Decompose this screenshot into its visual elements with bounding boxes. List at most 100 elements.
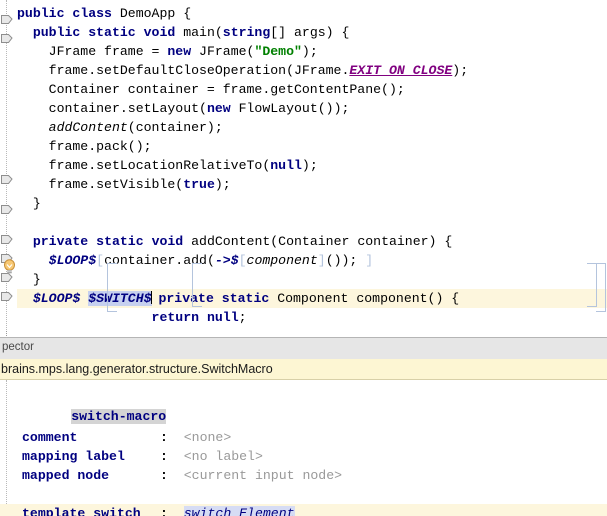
code-token: return bbox=[151, 310, 200, 325]
fold-arrow-icon[interactable] bbox=[1, 234, 13, 245]
code-line[interactable]: frame.setLocationRelativeTo(null); bbox=[17, 156, 607, 175]
code-token: static bbox=[88, 25, 136, 40]
property-value[interactable]: <no label> bbox=[184, 449, 263, 464]
code-token: void bbox=[143, 25, 176, 40]
code-line[interactable]: Container container = frame.getContentPa… bbox=[17, 80, 607, 99]
inspector-node-name-row[interactable]: switch-macro bbox=[0, 388, 607, 424]
property-colon: : bbox=[160, 430, 168, 445]
code-token: null bbox=[206, 310, 239, 325]
code-token: static bbox=[221, 291, 270, 306]
tab-inspector[interactable]: pector bbox=[2, 341, 34, 353]
code-line[interactable]: container.setLayout(new FlowLayout()); bbox=[17, 99, 607, 118]
mps-editor-window: public class DemoApp { public static voi… bbox=[0, 0, 607, 516]
property-colon: : bbox=[160, 506, 168, 516]
code-line[interactable]: frame.setDefaultCloseOperation(JFrame.EX… bbox=[17, 61, 607, 80]
code-line[interactable]: return null; bbox=[17, 308, 607, 327]
property-label: template switch bbox=[22, 506, 141, 516]
property-value[interactable]: <none> bbox=[184, 430, 231, 445]
splitter-grip bbox=[6, 331, 9, 336]
code-line[interactable]: } bbox=[17, 194, 607, 213]
fold-arrow-icon[interactable] bbox=[1, 174, 13, 185]
code-token: public bbox=[17, 6, 65, 21]
code-token: public bbox=[32, 25, 81, 40]
editor-gutter[interactable] bbox=[0, 0, 17, 330]
code-token: DemoApp { bbox=[111, 6, 192, 21]
code-token: private bbox=[32, 234, 89, 249]
code-token: ); bbox=[301, 44, 318, 59]
code-token: FlowLayout()); bbox=[230, 101, 350, 116]
node-name[interactable]: switch-macro bbox=[71, 409, 167, 424]
code-token: void bbox=[151, 234, 184, 249]
property-label: mapped node bbox=[22, 468, 110, 483]
template-bracket-loop-left bbox=[107, 263, 117, 312]
code-token: addContent bbox=[48, 120, 128, 135]
code-line[interactable]: $LOOP$ $SWITCH$ private static Component… bbox=[17, 289, 607, 308]
code-line[interactable]: frame.pack(); bbox=[17, 137, 607, 156]
code-line[interactable]: addContent(container); bbox=[17, 118, 607, 137]
code-token: Component component() { bbox=[269, 291, 460, 306]
code-lines-container[interactable]: public class DemoApp { public static voi… bbox=[17, 0, 607, 330]
code-line[interactable]: frame.setVisible(true); bbox=[17, 175, 607, 194]
code-token: null bbox=[270, 158, 302, 173]
inspector-property-row[interactable]: mapping label: <no label> bbox=[0, 447, 607, 466]
inspector-property-row[interactable]: comment: <none> bbox=[0, 428, 607, 447]
property-value[interactable]: <current input node> bbox=[184, 468, 342, 483]
code-token: EXIT_ON_CLOSE bbox=[349, 63, 453, 78]
code-line[interactable]: private static void addContent(Container… bbox=[17, 232, 607, 251]
fold-arrow-icon[interactable] bbox=[1, 291, 13, 302]
code-token: ); bbox=[452, 63, 469, 78]
code-line[interactable]: $LOOP$[container.add(->$[component]()); … bbox=[17, 251, 607, 270]
code-line[interactable]: } bbox=[17, 270, 607, 289]
fold-arrow-icon[interactable] bbox=[1, 14, 13, 25]
code-token: (container); bbox=[127, 120, 223, 135]
code-token: $LOOP$ bbox=[48, 253, 97, 268]
code-line[interactable]: public class DemoApp { bbox=[17, 4, 607, 23]
code-token: component bbox=[246, 253, 318, 268]
code-token: [ bbox=[238, 253, 247, 268]
code-token: ] bbox=[317, 253, 326, 268]
code-token: main( bbox=[175, 25, 223, 40]
property-value[interactable]: switch_Element bbox=[183, 506, 295, 516]
code-token: true bbox=[183, 177, 215, 192]
code-token: addContent(Container container) { bbox=[183, 234, 453, 249]
template-bracket-loop-right bbox=[596, 263, 606, 312]
code-token: string bbox=[222, 25, 271, 40]
code-token: } bbox=[17, 196, 41, 211]
fold-arrow-icon[interactable] bbox=[1, 33, 13, 44]
code-token: $SWITCH$ bbox=[88, 291, 152, 306]
inspector-property-row[interactable]: template switch: switch_Element bbox=[0, 504, 607, 516]
inspector-pane[interactable]: switch-macro comment: <none> mapping labe… bbox=[0, 380, 607, 516]
breadcrumb-path: brains.mps.lang.generator.structure.Swit… bbox=[1, 362, 273, 376]
code-token: frame.setVisible( bbox=[17, 177, 184, 192]
property-label: mapping label bbox=[22, 449, 125, 464]
code-token: JFrame( bbox=[191, 44, 255, 59]
inspector-property-row[interactable]: mapped node: <current input node> bbox=[0, 466, 607, 485]
code-line[interactable]: JFrame frame = new JFrame("Demo"); bbox=[17, 42, 607, 61]
fold-arrow-icon[interactable] bbox=[1, 204, 13, 215]
code-token: ->$ bbox=[214, 253, 239, 268]
lightbulb-icon[interactable] bbox=[3, 259, 16, 275]
template-bracket-switch-left bbox=[192, 263, 202, 307]
code-token: ()); bbox=[325, 253, 358, 268]
code-token: new bbox=[206, 101, 231, 116]
code-token: class bbox=[72, 6, 112, 21]
inspector-tabbar[interactable]: pector bbox=[0, 337, 607, 360]
code-token: frame.pack(); bbox=[17, 139, 152, 154]
code-line[interactable]: public static void main(string[] args) { bbox=[17, 23, 607, 42]
code-token: static bbox=[96, 234, 144, 249]
code-token: ; bbox=[238, 310, 247, 325]
breadcrumb[interactable]: brains.mps.lang.generator.structure.Swit… bbox=[0, 359, 607, 380]
code-editor-pane[interactable]: public class DemoApp { public static voi… bbox=[0, 0, 607, 330]
code-line[interactable] bbox=[17, 213, 607, 232]
